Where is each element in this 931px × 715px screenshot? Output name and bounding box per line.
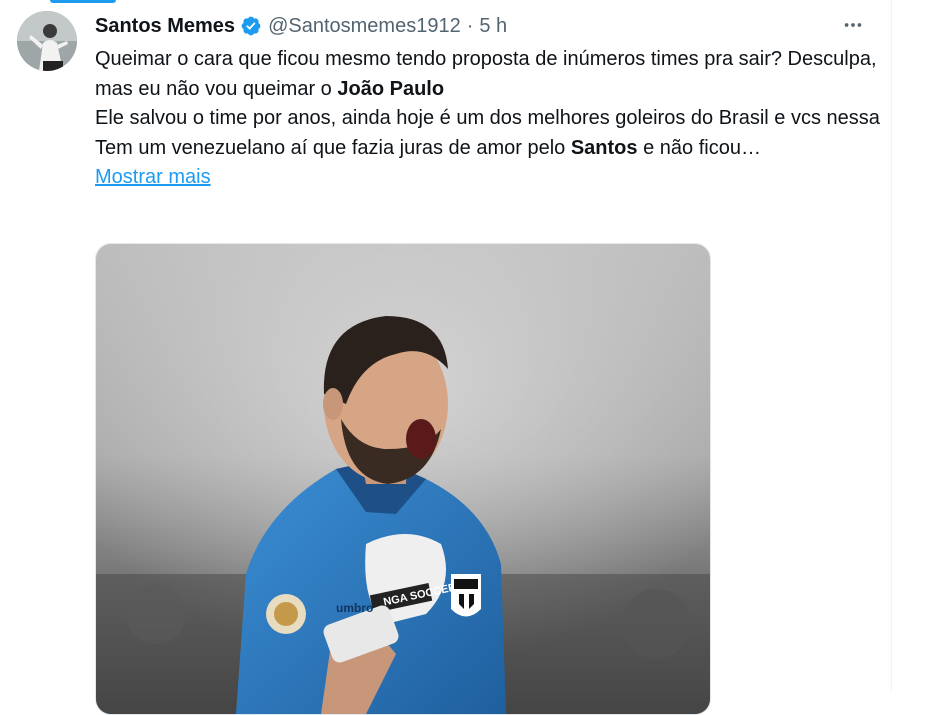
tweet-text: Queimar o cara que ficou mesmo tendo pro… xyxy=(95,45,885,193)
tweet-text-line-3: Tem um venezuelano aí que fazia juras de… xyxy=(95,134,885,164)
tweet-text-bold: Santos xyxy=(570,136,638,159)
avatar-photo-icon xyxy=(17,11,77,71)
tweet[interactable]: Santos Memes @Santosmemes1912 · 5 h Quei… xyxy=(0,0,891,715)
more-horizontal-icon xyxy=(844,23,862,27)
goalkeeper-photo: NGA SOCCER umbro xyxy=(96,244,710,714)
show-more-link[interactable]: Mostrar mais xyxy=(95,163,211,193)
tweet-media-photo[interactable]: NGA SOCCER umbro xyxy=(95,243,711,715)
more-options-button[interactable] xyxy=(838,10,868,40)
tweet-text-segment: Queimar o cara que ficou mesmo tendo pro… xyxy=(95,48,877,100)
timestamp[interactable]: 5 h xyxy=(479,15,507,38)
column-divider xyxy=(891,0,892,692)
kit-brand-text: umbro xyxy=(336,601,373,615)
tweet-text-bold: João Paulo xyxy=(337,77,445,100)
tweet-text-segment: e não ficou… xyxy=(637,136,761,159)
tweet-text-line-1: Queimar o cara que ficou mesmo tendo pro… xyxy=(95,45,885,104)
tweet-text-segment: Tem um venezuelano aí que fazia juras de… xyxy=(95,136,571,159)
tweet-text-line-2: Ele salvou o time por anos, ainda hoje é… xyxy=(95,107,880,129)
display-name[interactable]: Santos Memes xyxy=(95,15,235,38)
verified-badge-icon xyxy=(240,15,262,37)
tweet-header: Santos Memes @Santosmemes1912 · 5 h xyxy=(95,11,507,41)
avatar[interactable] xyxy=(17,11,77,71)
separator-dot: · xyxy=(466,14,474,37)
author-handle[interactable]: @Santosmemes1912 xyxy=(268,15,461,38)
